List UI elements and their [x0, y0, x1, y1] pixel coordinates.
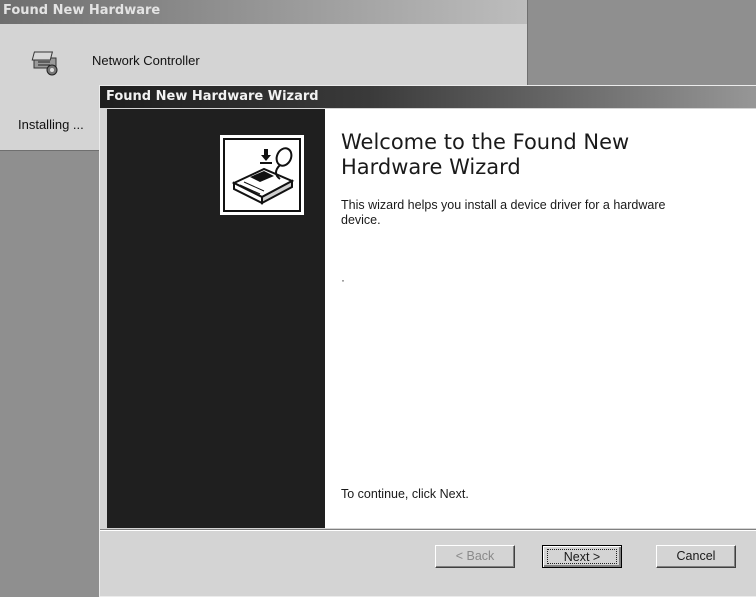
wizard-side-panel	[107, 109, 325, 528]
installing-status: Installing ...	[18, 117, 84, 132]
found-new-hardware-title: Found New Hardware	[3, 3, 161, 18]
next-button[interactable]: Next >	[542, 545, 622, 568]
hardware-wizard-icon	[220, 135, 304, 215]
button-separator	[100, 529, 756, 531]
continue-instruction: To continue, click Next.	[341, 487, 469, 501]
network-hardware-icon	[31, 51, 58, 76]
wizard-description: This wizard helps you install a device d…	[341, 198, 666, 227]
wizard-titlebar[interactable]: Found New Hardware Wizard	[100, 86, 756, 108]
found-new-hardware-titlebar[interactable]: Found New Hardware	[0, 0, 527, 24]
wizard-heading: Welcome to the Found New Hardware Wizard	[341, 130, 630, 179]
cancel-button[interactable]: Cancel	[656, 545, 736, 568]
next-button-label: Next >	[547, 549, 617, 564]
wizard-title: Found New Hardware Wizard	[106, 89, 319, 104]
content-divider-dot: ·	[341, 273, 345, 287]
device-name: Network Controller	[92, 53, 200, 68]
hardware-wizard-dialog: Found New Hardware Wizard Welcome to the…	[99, 85, 756, 597]
wizard-content: Welcome to the Found New Hardware Wizard…	[325, 109, 756, 528]
back-button[interactable]: < Back	[435, 545, 515, 568]
